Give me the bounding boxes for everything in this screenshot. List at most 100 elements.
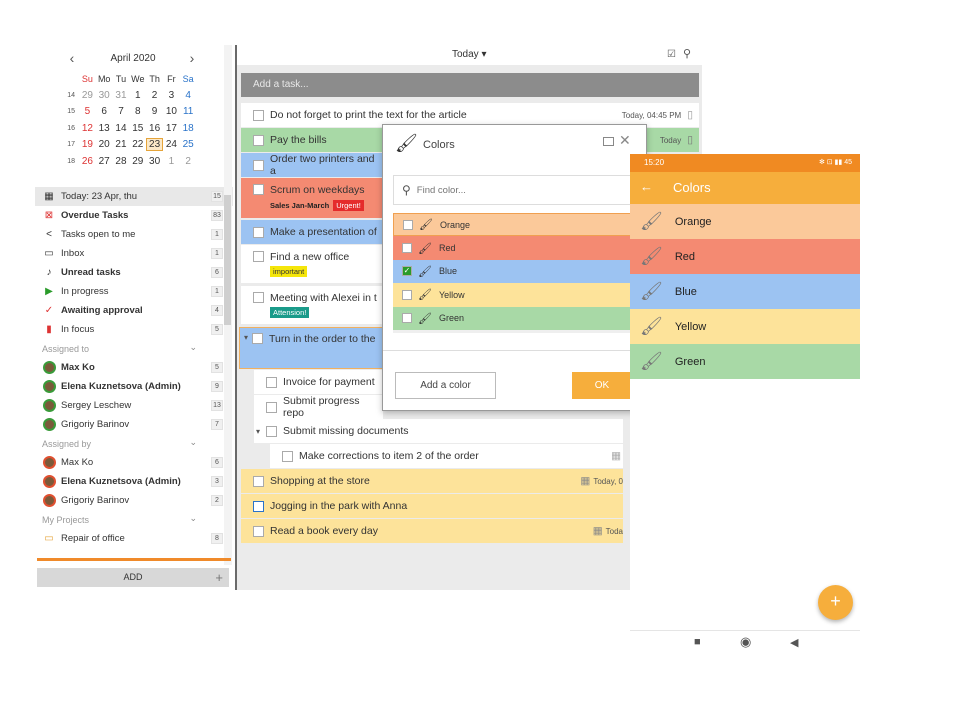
back-arrow-icon[interactable]: ←: [640, 179, 653, 194]
sidebar-item-open[interactable]: < Tasks open to me 1: [35, 225, 233, 244]
add-color-button[interactable]: Add a color: [395, 372, 496, 399]
calendar-day[interactable]: 28: [113, 156, 130, 167]
task-row[interactable]: Order two printers and a: [241, 153, 383, 177]
task-row[interactable]: Make a presentation of: [241, 220, 383, 244]
task-row[interactable]: Read a book every day ▦ Toda: [241, 519, 623, 543]
calendar-day[interactable]: 2: [180, 156, 197, 167]
sidebar-item-unread[interactable]: ♪ Unread tasks 6: [35, 263, 233, 282]
task-checkbox[interactable]: [266, 425, 278, 437]
sidebar-item-today[interactable]: ▦ Today: 23 Apr, thu 15: [35, 187, 233, 206]
close-icon[interactable]: ✕: [619, 132, 631, 149]
checklist-icon[interactable]: ☑: [667, 49, 676, 60]
calendar-day[interactable]: 30: [96, 90, 113, 101]
sidebar-item-person[interactable]: Elena Kuznetsova (Admin) 9: [35, 377, 233, 396]
assigned-by-header[interactable]: Assigned by ⌄: [35, 434, 233, 453]
calendar-day[interactable]: 29: [79, 90, 96, 101]
subtask-row[interactable]: Submit progress repo: [254, 395, 383, 419]
prev-month-button[interactable]: ‹: [65, 51, 79, 67]
add-fab-button[interactable]: +: [818, 585, 853, 620]
calendar-day[interactable]: 5: [79, 106, 96, 117]
mobile-color-red[interactable]: 🖌 Red: [630, 239, 860, 274]
nav-back-icon[interactable]: ◀: [790, 636, 798, 649]
sidebar-item-inbox[interactable]: ▭ Inbox 1: [35, 244, 233, 263]
calendar-day[interactable]: 11: [180, 106, 197, 117]
mobile-color-blue[interactable]: 🖌 Blue: [630, 274, 860, 309]
subtask-row[interactable]: Make corrections to item 2 of the order ▦: [270, 444, 623, 468]
task-row[interactable]: Shopping at the store ▦ Today, 0: [241, 469, 623, 493]
calendar-day[interactable]: 15: [129, 123, 146, 134]
sidebar-item-person[interactable]: Max Ko 6: [35, 453, 233, 472]
calendar-day[interactable]: 16: [146, 123, 163, 134]
task-checkbox[interactable]: [253, 184, 264, 195]
task-checkbox[interactable]: [253, 109, 264, 121]
calendar-day[interactable]: 12: [79, 123, 96, 134]
task-row[interactable]: ▾ Turn in the order to the: [239, 327, 383, 369]
subtask-row[interactable]: Invoice for payment: [254, 370, 383, 394]
sidebar-item-person[interactable]: Grigoriy Barinov 7: [35, 415, 233, 434]
calendar-day[interactable]: 19: [79, 139, 96, 150]
calendar-day[interactable]: 25: [180, 139, 197, 150]
calendar-day[interactable]: 31: [113, 90, 130, 101]
color-item-yellow[interactable]: 🖌 Yellow: [393, 283, 643, 307]
calendar-day[interactable]: 17: [163, 123, 180, 134]
calendar-day[interactable]: 22: [129, 139, 146, 150]
task-checkbox[interactable]: [253, 475, 264, 487]
sidebar-item-person[interactable]: Elena Kuznetsova (Admin) 3: [35, 472, 233, 491]
nav-square-icon[interactable]: ■: [694, 636, 701, 648]
color-checkbox[interactable]: [403, 219, 413, 230]
caret-down-icon[interactable]: ▾: [244, 333, 248, 342]
search-icon[interactable]: ⚲: [683, 47, 691, 60]
calendar-day[interactable]: 1: [163, 156, 180, 167]
subtask-row[interactable]: ▾ Submit missing documents: [254, 419, 623, 443]
task-row[interactable]: Meeting with Alexei in t Attension!: [241, 286, 383, 324]
caret-down-icon[interactable]: ▾: [256, 427, 260, 436]
color-item-blue[interactable]: ✓ 🖌 Blue: [393, 259, 643, 284]
task-checkbox[interactable]: [266, 401, 277, 413]
task-checkbox[interactable]: [253, 159, 264, 171]
projects-header[interactable]: My Projects ⌄: [35, 510, 233, 529]
task-checkbox[interactable]: [253, 292, 264, 303]
bookmark-icon[interactable]: ▯: [687, 134, 693, 146]
calendar-day[interactable]: 30: [146, 156, 163, 167]
sidebar-item-person[interactable]: Grigoriy Barinov 2: [35, 491, 233, 510]
bookmark-icon[interactable]: ▯: [687, 109, 693, 121]
assigned-to-header[interactable]: Assigned to ⌄: [35, 339, 233, 358]
task-checkbox[interactable]: [282, 450, 293, 462]
mobile-color-green[interactable]: 🖌 Green: [630, 344, 860, 379]
calendar-day[interactable]: 6: [96, 106, 113, 117]
mobile-color-orange[interactable]: 🖌 Orange: [630, 204, 860, 239]
color-checkbox[interactable]: [402, 243, 412, 254]
sidebar-item-project[interactable]: ▭ Repair of office 8: [35, 529, 233, 548]
task-checkbox[interactable]: [253, 525, 264, 537]
task-checkbox[interactable]: [253, 500, 264, 512]
calendar-day[interactable]: 3: [163, 90, 180, 101]
sidebar-item-progress[interactable]: ▶ In progress 1: [35, 282, 233, 301]
calendar-day[interactable]: 21: [113, 139, 130, 150]
task-row[interactable]: Jogging in the park with Anna: [241, 494, 623, 518]
task-row[interactable]: Find a new office important: [241, 245, 383, 283]
task-checkbox[interactable]: [253, 134, 264, 146]
calendar-day[interactable]: 13: [96, 123, 113, 134]
add-button[interactable]: ADD +: [37, 568, 229, 587]
task-checkbox[interactable]: [253, 251, 264, 262]
calendar-day[interactable]: 1: [129, 90, 146, 101]
calendar-day[interactable]: 2: [146, 90, 163, 101]
calendar-day[interactable]: 29: [129, 156, 146, 167]
color-item-red[interactable]: 🖌 Red: [393, 236, 643, 260]
view-dropdown[interactable]: Today ▾: [452, 49, 486, 60]
maximize-icon[interactable]: [603, 137, 614, 146]
calendar-day[interactable]: 27: [96, 156, 113, 167]
color-search-input[interactable]: [416, 184, 617, 196]
mobile-color-yellow[interactable]: 🖌 Yellow: [630, 309, 860, 344]
task-row[interactable]: Scrum on weekdays Sales Jan-March Urgent!: [241, 178, 383, 218]
task-checkbox[interactable]: [253, 226, 264, 238]
color-checkbox-checked[interactable]: ✓: [402, 266, 412, 277]
calendar-day[interactable]: 23: [146, 138, 163, 152]
calendar-day[interactable]: 14: [113, 123, 130, 134]
calendar-day[interactable]: 9: [146, 106, 163, 117]
calendar-day[interactable]: 10: [163, 106, 180, 117]
color-checkbox[interactable]: [402, 313, 412, 324]
calendar-day[interactable]: 20: [96, 139, 113, 150]
color-checkbox[interactable]: [402, 289, 412, 300]
sidebar-scrollbar-thumb[interactable]: [224, 195, 231, 325]
